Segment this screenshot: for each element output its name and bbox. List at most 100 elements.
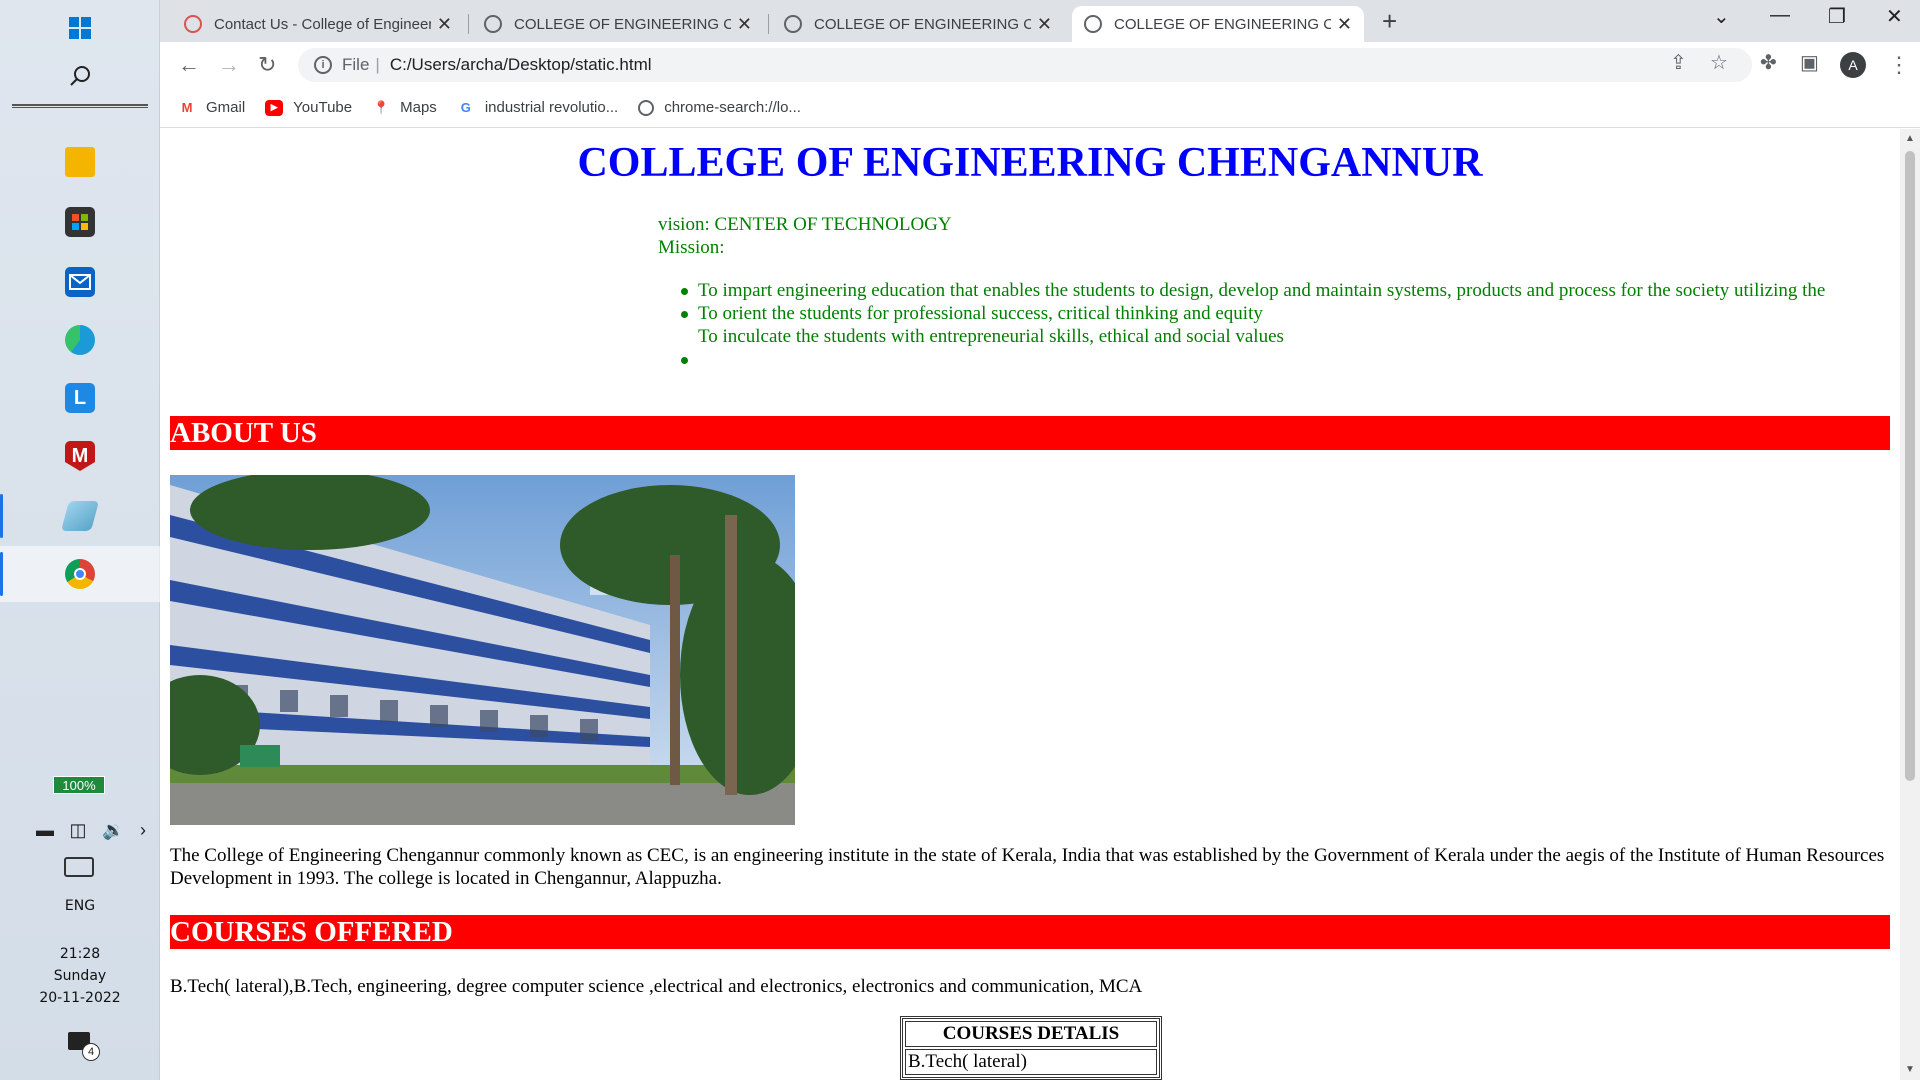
new-tab-button[interactable]: + [1382, 6, 1397, 37]
windows-taskbar: L M 100% ▬ ◫ 🔉 › ENG 21:28 Sunday 20-11-… [0, 0, 160, 1080]
tab-title: COLLEGE OF ENGINEERING CHEN [814, 15, 1031, 33]
chrome-window: Contact Us - College of Engineeri ✕ COLL… [160, 0, 1920, 1080]
scroll-up-arrow-icon[interactable]: ▲ [1905, 133, 1915, 144]
close-tab-icon[interactable]: ✕ [737, 14, 752, 35]
mission-item: To orient the students for professional … [680, 302, 1825, 325]
globe-icon [784, 15, 802, 33]
bookmark-label: Gmail [206, 99, 246, 116]
windows-logo-icon [69, 17, 91, 39]
bookmark-maps[interactable]: 📍 Maps [372, 99, 437, 116]
page-title: COLLEGE OF ENGINEERING CHENGANNUR [577, 140, 1483, 186]
reload-icon[interactable]: ↻ [258, 52, 276, 78]
courses-table-header: COURSES DETALIS [905, 1021, 1157, 1047]
system-tray: ▬ ◫ 🔉 › [36, 820, 146, 841]
tab-title: Contact Us - College of Engineeri [214, 15, 431, 33]
clock-day[interactable]: Sunday [0, 968, 160, 984]
globe-icon [484, 15, 502, 33]
gmail-icon: M [181, 100, 193, 115]
notification-count-badge: 4 [82, 1043, 100, 1061]
tab-college-2[interactable]: COLLEGE OF ENGINEERING CHEN ✕ [772, 6, 1064, 42]
vision-block: vision: CENTER OF TECHNOLOGY Mission: [658, 213, 952, 259]
l-app-icon: L [65, 383, 95, 413]
taskbar-mcafee[interactable]: M [0, 428, 160, 484]
volume-icon[interactable]: 🔉 [102, 820, 124, 841]
taskbar-l-app[interactable]: L [0, 370, 160, 426]
globe-icon [638, 99, 655, 116]
bookmark-label: YouTube [293, 99, 353, 116]
forward-arrow-icon[interactable]: → [218, 52, 240, 78]
file-explorer-icon [65, 147, 95, 177]
bookmark-label: industrial revolutio... [484, 99, 619, 116]
vision-text: vision: CENTER OF TECHNOLOGY [658, 214, 952, 235]
close-tab-icon[interactable]: ✕ [437, 14, 452, 35]
site-info-icon[interactable]: i [314, 56, 332, 74]
globe-icon [1084, 15, 1102, 33]
tab-college-1[interactable]: COLLEGE OF ENGINEERING CHEN ✕ [472, 6, 764, 42]
scrollbar-thumb[interactable] [1905, 151, 1915, 781]
clock-date[interactable]: 20-11-2022 [0, 990, 160, 1006]
about-us-text: The College of Engineering Chengannur co… [170, 845, 1885, 889]
minimize-button[interactable]: — [1770, 4, 1790, 27]
close-tab-icon[interactable]: ✕ [1037, 14, 1052, 35]
bookmark-industrial-revolution[interactable]: G industrial revolutio... [457, 99, 618, 116]
mission-item-empty [680, 348, 1825, 371]
side-panel-icon[interactable]: ▣ [1800, 50, 1819, 75]
tab-strip: Contact Us - College of Engineeri ✕ COLL… [160, 0, 1920, 42]
tab-search-chevron-icon[interactable]: ⌄ [1713, 4, 1730, 29]
tab-contact-us[interactable]: Contact Us - College of Engineeri ✕ [172, 6, 464, 42]
address-bar[interactable]: i File | C:/Users/archa/Desktop/static.h… [298, 48, 1752, 82]
mcafee-shield-icon: M [65, 441, 95, 471]
taskbar-microsoft-store[interactable] [0, 194, 160, 250]
table-row: B.Tech( lateral) [905, 1049, 1157, 1075]
back-arrow-icon[interactable]: ← [178, 52, 200, 78]
courses-offered-heading: COURSES OFFERED [170, 915, 1890, 949]
courses-offered-text: B.Tech( lateral),B.Tech, engineering, de… [170, 976, 1143, 997]
page-scrollbar[interactable]: ▲ ▼ [1900, 129, 1920, 1080]
address-scheme: File [342, 55, 370, 74]
microsoft-store-icon [65, 207, 95, 237]
chevron-right-icon[interactable]: › [140, 820, 146, 841]
taskbar-chrome[interactable] [0, 546, 160, 602]
search-icon [70, 66, 90, 86]
menu-kebab-icon[interactable]: ⋮ [1888, 52, 1910, 78]
chrome-icon [65, 559, 95, 589]
mission-list: To impart engineering education that ena… [680, 279, 1825, 371]
battery-indicator[interactable]: 100% [53, 776, 105, 794]
extensions-puzzle-icon[interactable]: ✤ [1760, 50, 1777, 75]
bookmark-star-icon[interactable]: ☆ [1710, 50, 1728, 75]
cec-logo-icon [184, 15, 202, 33]
bookmark-label: Maps [400, 99, 437, 116]
close-tab-icon[interactable]: ✕ [1337, 14, 1352, 35]
active-indicator [0, 552, 3, 596]
restore-button[interactable]: ❐ [1828, 4, 1846, 29]
tab-divider [468, 14, 469, 34]
battery-icon[interactable]: ▬ [36, 820, 54, 841]
share-icon[interactable]: ⇪ [1670, 50, 1687, 75]
maps-icon: 📍 [373, 99, 390, 115]
bookmark-youtube[interactable]: ▶ YouTube [265, 99, 352, 116]
google-icon: G [460, 100, 471, 115]
touch-keyboard-icon[interactable] [64, 857, 94, 877]
about-us-heading: ABOUT US [170, 416, 1890, 450]
courses-table: COURSES DETALIS B.Tech( lateral) [900, 1016, 1162, 1080]
close-window-button[interactable]: ✕ [1886, 4, 1903, 29]
taskbar-notes-app[interactable] [0, 488, 160, 544]
college-building-photo [170, 475, 795, 825]
bookmarks-bar: M Gmail ▶ YouTube 📍 Maps G industrial re… [160, 88, 1920, 128]
network-icon[interactable]: ◫ [70, 820, 87, 841]
taskbar-file-explorer[interactable] [0, 134, 160, 190]
tab-divider [768, 14, 769, 34]
taskbar-mail[interactable] [0, 254, 160, 310]
tab-college-active[interactable]: COLLEGE OF ENGINEERING CHEN ✕ [1072, 6, 1364, 42]
input-language[interactable]: ENG [0, 898, 160, 914]
taskbar-edge[interactable] [0, 312, 160, 368]
clock-time[interactable]: 21:28 [0, 946, 160, 962]
scroll-down-arrow-icon[interactable]: ▼ [1905, 1064, 1915, 1075]
address-url[interactable]: C:/Users/archa/Desktop/static.html [390, 55, 652, 75]
bookmark-gmail[interactable]: M Gmail [178, 99, 246, 116]
tab-title: COLLEGE OF ENGINEERING CHEN [514, 15, 731, 33]
mail-icon [65, 267, 95, 297]
search-button[interactable] [0, 48, 160, 104]
profile-avatar[interactable]: A [1840, 52, 1866, 78]
bookmark-chrome-search[interactable]: chrome-search://lo... [638, 99, 801, 116]
